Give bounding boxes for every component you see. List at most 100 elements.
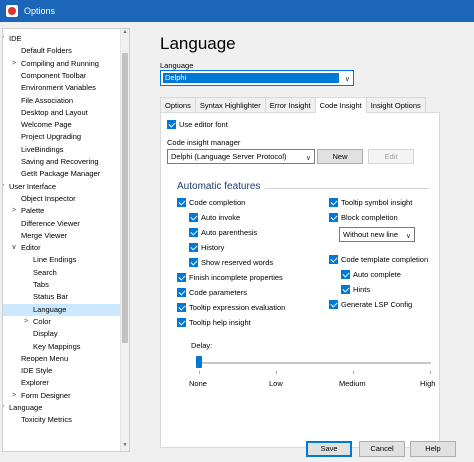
chevron-right-icon[interactable]: >	[9, 58, 19, 70]
tree-item[interactable]: ∨User Interface	[3, 181, 121, 193]
checkbox-checked-icon	[329, 300, 338, 309]
language-select[interactable]: Delphi ∨	[160, 70, 354, 86]
tree-item-label: IDE Style	[21, 366, 53, 376]
tree-item[interactable]: Desktop and Layout	[3, 107, 121, 119]
tree-item[interactable]: Saving and Recovering	[3, 156, 121, 168]
tree-item-label: Language	[9, 403, 43, 412]
tree-item[interactable]: Search	[3, 267, 121, 279]
chevron-down-icon: ∨	[305, 155, 311, 162]
save-button[interactable]: Save	[306, 441, 352, 457]
tree-item[interactable]: Environment Variables	[3, 82, 121, 94]
checkbox-checked-icon	[189, 258, 198, 267]
slider-tick	[199, 371, 200, 374]
chevron-down-icon[interactable]: ∨	[3, 33, 7, 45]
delay-label: Delay:	[191, 341, 213, 350]
app-icon	[6, 5, 18, 17]
tree-item-label: Object Inspector	[21, 193, 76, 203]
tree-item[interactable]: IDE Style	[3, 365, 121, 377]
tab-error-insight[interactable]: Error Insight	[264, 97, 316, 112]
delay-none-label: None	[189, 379, 207, 388]
manager-select[interactable]: Delphi (Language Server Protocol) ∨	[167, 149, 315, 164]
window-title: Options	[24, 6, 56, 16]
tree-item[interactable]: ∨Language	[3, 402, 121, 414]
chevron-right-icon[interactable]: >	[21, 316, 31, 328]
checkbox-checked-icon	[177, 318, 186, 327]
delay-slider-track[interactable]	[199, 362, 431, 364]
tree-item-label: Environment Variables	[21, 83, 96, 93]
scroll-down-icon[interactable]: ▼	[121, 442, 129, 451]
edit-button[interactable]: Edit	[368, 149, 414, 164]
tab-code-insight[interactable]: Code Insight	[314, 97, 367, 113]
tree-item[interactable]: > Form Designer	[3, 390, 121, 402]
tree-item[interactable]: ∨ Editor	[3, 242, 121, 254]
tree-item[interactable]: GetIt Package Manager	[3, 168, 121, 180]
manager-select-value: Delphi (Language Server Protocol)	[171, 152, 287, 161]
checkbox-checked-icon	[177, 273, 186, 282]
chevron-right-icon[interactable]: >	[9, 205, 19, 217]
tree-item-label: Key Mappings	[33, 341, 81, 351]
chevron-down-icon[interactable]: ∨	[9, 242, 19, 254]
tree-item-label: Tabs	[33, 280, 49, 289]
tree-item-label: Compiling and Running	[21, 58, 99, 68]
slider-tick	[430, 371, 431, 374]
window-titlebar: Options	[0, 0, 474, 22]
tree-item[interactable]: Key Mappings	[3, 341, 121, 353]
tree-item[interactable]: Difference Viewer	[3, 218, 121, 230]
tree-item[interactable]: Component Toolbar	[3, 70, 121, 82]
tree-item[interactable]: > Compiling and Running	[3, 58, 121, 70]
tree-scrollbar[interactable]: ▲ ▼	[120, 29, 129, 451]
scrollbar-thumb[interactable]	[122, 53, 128, 343]
checkbox-checked-icon	[177, 198, 186, 207]
language-label: Language	[160, 61, 194, 70]
tree-item[interactable]: Status Bar	[3, 291, 121, 303]
delay-slider-thumb[interactable]	[196, 356, 202, 368]
chevron-down-icon[interactable]: ∨	[3, 402, 7, 414]
checkbox-checked-icon	[189, 228, 198, 237]
tree-item[interactable]: > Palette	[3, 205, 121, 217]
checkbox-checked-icon	[189, 213, 198, 222]
tab-options[interactable]: Options	[160, 97, 196, 112]
tree-item-label: Explorer	[21, 378, 49, 388]
tab-syntax-highlighter[interactable]: Syntax Highlighter	[194, 97, 266, 112]
tree-item-label: GetIt Package Manager	[21, 169, 101, 179]
tree-item[interactable]: LiveBindings	[3, 144, 121, 156]
tree-item[interactable]: File Association	[3, 95, 121, 107]
tree-item[interactable]: Line Endings	[3, 254, 121, 266]
tree-item[interactable]: Welcome Page	[3, 119, 121, 131]
new-button[interactable]: New	[317, 149, 363, 164]
scroll-up-icon[interactable]: ▲	[121, 29, 129, 38]
tree-item-label: LiveBindings	[21, 144, 64, 154]
delay-high-label: High	[420, 379, 436, 388]
tree-item[interactable]: Object Inspector	[3, 193, 121, 205]
checkbox-checked-icon	[341, 270, 350, 279]
tree-item[interactable]: Default Folders	[3, 45, 121, 57]
tree-item[interactable]: Toxicity Metrics	[3, 414, 121, 426]
tree-item-label: Reopen Menu	[21, 353, 69, 363]
tree-item-label: Welcome Page	[21, 120, 72, 130]
help-button[interactable]: Help	[410, 441, 456, 457]
options-tree[interactable]: ∨IDEDefault Folders>Compiling and Runnin…	[2, 28, 130, 452]
block-completion-select[interactable]: Without new line ∨	[339, 227, 415, 242]
checkbox-checked-icon	[329, 198, 338, 207]
tree-item[interactable]: > Color	[3, 316, 121, 328]
tree-item[interactable]: Display	[3, 328, 121, 340]
cancel-button[interactable]: Cancel	[359, 441, 405, 457]
tree-item[interactable]: Project Upgrading	[3, 131, 121, 143]
tab-insight-options[interactable]: Insight Options	[365, 97, 426, 112]
tree-item[interactable]: Explorer	[3, 377, 121, 389]
language-select-value: Delphi	[163, 73, 339, 83]
tree-item-label: Saving and Recovering	[21, 157, 99, 166]
tree-item[interactable]: ∨IDE	[3, 33, 121, 45]
delay-medium-label: Medium	[339, 379, 366, 388]
tree-item-label: Form Designer	[21, 390, 71, 400]
tree-item[interactable]: Merge Viewer	[3, 230, 121, 242]
chevron-right-icon[interactable]: >	[9, 390, 19, 402]
chevron-down-icon[interactable]: ∨	[3, 181, 7, 193]
tree-item-label: File Association	[21, 95, 74, 105]
tree-item[interactable]: Reopen Menu	[3, 353, 121, 365]
tree-item[interactable]: Tabs	[3, 279, 121, 291]
checkbox-checked-icon	[329, 255, 338, 264]
chevron-down-icon: ∨	[405, 233, 411, 240]
tree-item-label: Language	[33, 304, 67, 314]
tree-item[interactable]: Language	[3, 303, 121, 316]
